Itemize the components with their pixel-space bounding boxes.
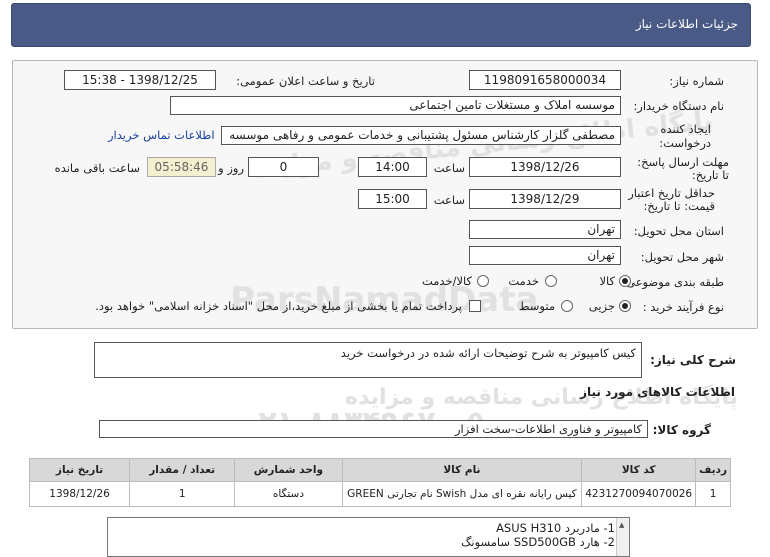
col-goods-code: کد کالا bbox=[581, 458, 697, 482]
process-minor-radio[interactable] bbox=[619, 300, 631, 312]
reply-until-label: تا تاریخ: bbox=[691, 168, 729, 182]
col-unit: واحد شمارش bbox=[234, 458, 343, 482]
goods-info-title: اطلاعات کالاهای مورد نیاز bbox=[580, 385, 735, 399]
treasury-payment-note: پرداخت تمام یا بخشی از مبلغ خرید،از محل … bbox=[95, 299, 462, 313]
scroll-up-arrow-icon[interactable]: ▲ bbox=[619, 521, 624, 529]
table-row: 1 4231270094070026 کیس رایانه نقره ای مد… bbox=[28, 481, 731, 507]
remaining-timer: 05:58:46 bbox=[147, 157, 216, 177]
description-field: کیس کامپیوتر به شرح توضیحات ارائه شده در… bbox=[94, 342, 642, 378]
category-both-label: کالا/خدمت bbox=[421, 274, 472, 288]
category-goods-radio[interactable] bbox=[619, 275, 631, 287]
notes-line-2: 2- هارد SSD500GB سامسونگ bbox=[461, 535, 615, 549]
category-goods-label: کالا bbox=[599, 274, 615, 288]
cell-goods-name: کیس رایانه نقره ای مدل Swish نام تجارتی … bbox=[341, 481, 583, 507]
cell-need-date: 1398/12/26 bbox=[28, 481, 131, 507]
notes-textarea[interactable]: 1- مادربرد ASUS H310 2- هارد SSD500GB سا… bbox=[107, 517, 630, 557]
goods-group-label: گروه کالا: bbox=[652, 423, 711, 437]
buyer-org-field: موسسه املاک و مستغلات تامین اجتماعی bbox=[170, 96, 621, 115]
process-medium-radio[interactable] bbox=[561, 300, 573, 312]
goods-table: ردیف کد کالا نام کالا واحد شمارش تعداد /… bbox=[28, 458, 731, 507]
remaining-label: ساعت باقی مانده bbox=[54, 161, 140, 175]
buyer-org-label: نام دستگاه خریدار: bbox=[633, 99, 724, 113]
days-field: 0 bbox=[248, 157, 319, 177]
need-number-label: شماره نیاز: bbox=[669, 74, 724, 88]
treasury-payment-checkbox[interactable] bbox=[469, 300, 481, 312]
cell-goods-code: 4231270094070026 bbox=[581, 481, 697, 507]
notes-line-1: 1- مادربرد ASUS H310 bbox=[496, 521, 615, 535]
table-header-row: ردیف کد کالا نام کالا واحد شمارش تعداد /… bbox=[28, 458, 731, 482]
page-title: جزئیات اطلاعات نیاز bbox=[635, 17, 738, 31]
province-label: استان محل تحویل: bbox=[633, 224, 724, 238]
city-label: شهر محل تحویل: bbox=[640, 250, 724, 264]
col-need-date: تاریخ نیاز bbox=[28, 458, 131, 482]
cell-quantity: 1 bbox=[129, 481, 236, 507]
validity-label-1: حداقل تاریخ اعتبار bbox=[628, 186, 715, 200]
reply-time-label: ساعت bbox=[433, 161, 465, 175]
notes-scrollbar[interactable]: ▲ bbox=[616, 518, 629, 556]
requester-label-1: ایجاد کننده bbox=[660, 122, 711, 136]
announce-field: 1398/12/25 - 15:38 bbox=[64, 70, 216, 90]
contact-buyer-link[interactable]: اطلاعات تماس خریدار bbox=[108, 128, 215, 142]
reply-deadline-label: مهلت ارسال پاسخ: bbox=[637, 155, 729, 169]
cell-row-number: 1 bbox=[695, 481, 731, 507]
city-field: تهران bbox=[469, 246, 621, 265]
validity-date-field: 1398/12/29 bbox=[469, 189, 621, 209]
process-label: نوع فرآیند خرید : bbox=[642, 300, 724, 314]
category-label: طبقه بندی موضوعی: bbox=[622, 275, 724, 289]
days-label: روز و bbox=[218, 161, 244, 175]
col-goods-name: نام کالا bbox=[341, 458, 583, 482]
goods-group-field: کامپیوتر و فناوری اطلاعات-سخت افزار bbox=[99, 420, 648, 438]
col-row-number: ردیف bbox=[695, 458, 731, 482]
page-header: جزئیات اطلاعات نیاز bbox=[11, 3, 751, 47]
cell-unit: دستگاه bbox=[234, 481, 343, 507]
category-service-label: خدمت bbox=[508, 274, 539, 288]
description-label: شرح کلی نیاز: bbox=[650, 353, 736, 367]
requester-field: مصطفی گلزار کارشناس مسئول پشتیبانی و خدم… bbox=[221, 126, 621, 145]
validity-label-2: قیمت: تا تاریخ: bbox=[643, 199, 715, 213]
validity-time-field: 15:00 bbox=[358, 189, 427, 209]
category-both-radio[interactable] bbox=[477, 275, 489, 287]
reply-time-field: 14:00 bbox=[358, 157, 427, 177]
col-quantity: تعداد / مقدار bbox=[129, 458, 236, 482]
category-service-radio[interactable] bbox=[545, 275, 557, 287]
process-minor-label: جزیی bbox=[588, 299, 615, 313]
need-number-field: 1198091658000034 bbox=[469, 70, 621, 90]
announce-label: تاریخ و ساعت اعلان عمومی: bbox=[236, 74, 375, 88]
province-field: تهران bbox=[469, 220, 621, 239]
requester-label-2: درخواست: bbox=[659, 136, 711, 150]
validity-time-label: ساعت bbox=[433, 193, 465, 207]
process-medium-label: متوسط bbox=[518, 299, 555, 313]
reply-date-field: 1398/12/26 bbox=[469, 157, 621, 177]
